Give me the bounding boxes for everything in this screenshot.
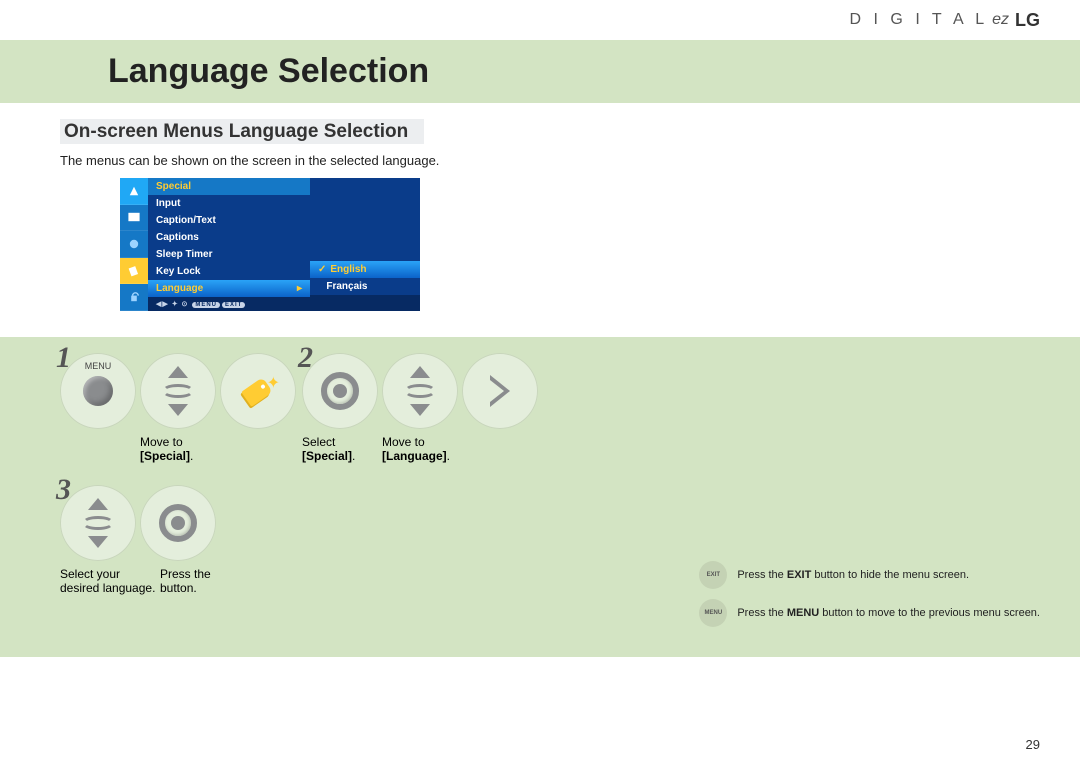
updown-button [382,353,458,429]
osd-item: Sleep Timer [148,246,310,263]
osd-header: Special [148,178,310,195]
osd-item: Captions [148,229,310,246]
footer-notes: EXIT Press the EXIT button to hide the m… [699,561,1040,637]
dot-icon [83,376,113,406]
updown-icon [82,498,114,548]
check-icon: ✓ [318,264,326,275]
circle-row: MENU ✦ [60,353,296,429]
caption: Press thebutton. [160,567,236,595]
step-2: 2 Select[Special]. Move to[Language]. [302,353,538,463]
title-band: Language Selection [0,40,1080,103]
osd-option-label: English [330,264,366,275]
brand-pre: D I G I T A L [850,11,989,29]
arrow-right-icon [490,375,510,407]
captions: Select[Special]. Move to[Language]. [302,435,538,463]
step-row-1: 1 MENU ✦ Move to[S [60,353,1020,463]
button-label: MENU [85,361,112,371]
step-3: 3 Select yourdesired language. Press the… [60,485,236,595]
osd-main: Special Input Caption/Text Captions Slee… [148,178,310,311]
menu-note: MENU Press the MENU button to move to th… [699,599,1040,627]
circle-row [60,485,236,561]
osd-side-icon [120,205,148,232]
osd-footer: ◀▶ ✦ ⊙ MENUEXIT [148,297,310,311]
note-text: Press the MENU button to move to the pre… [737,607,1040,619]
updown-icon [162,366,194,416]
osd-sidebar [120,178,148,311]
note-text: Press the EXIT button to hide the menu s… [737,569,969,581]
exit-note: EXIT Press the EXIT button to hide the m… [699,561,1040,589]
intro-text: The menus can be shown on the screen in … [60,153,1020,168]
captions: Move to[Special]. [60,435,296,463]
brand-lg: LG [1015,10,1040,31]
osd-options: ✓ English Français [310,178,420,311]
osd-item-selected: Language ▸ [148,280,310,297]
exit-mini-button: EXIT [699,561,727,589]
step-number: 1 [56,341,71,375]
page-title: Language Selection [108,52,1080,91]
osd-side-icon [120,258,148,285]
ring-icon [321,372,359,410]
osd-side-icon [120,284,148,311]
updown-button [60,485,136,561]
circle-row [302,353,538,429]
caption: Move to[Special]. [140,435,216,463]
section-title: On-screen Menus Language Selection [60,119,424,144]
ring-icon [159,504,197,542]
ok-button [302,353,378,429]
updown-button [140,353,216,429]
osd-option: Français [310,278,420,295]
menu-mini-button: MENU [699,599,727,627]
caption: Move to[Language]. [382,435,458,463]
brand-ez: ez [992,11,1009,29]
osd-option-selected: ✓ English [310,261,420,278]
tag-icon: ✦ [238,371,278,411]
osd-footer-menu: MENU [192,302,220,308]
osd-item-label: Language [156,283,203,294]
caption: Select yourdesired language. [60,567,156,595]
right-button [462,353,538,429]
osd-footer-exit: EXIT [222,302,245,308]
osd-side-icon [120,231,148,258]
osd-option-label: Français [326,281,367,292]
chevron-right-icon: ▸ [297,283,302,294]
step-number: 2 [298,341,313,375]
page-number: 29 [1026,737,1040,752]
special-tag-button: ✦ [220,353,296,429]
step-1: 1 MENU ✦ Move to[S [60,353,296,463]
brand-bar: D I G I T A L ez LG [0,0,1080,40]
osd-item: Input [148,195,310,212]
osd-item: Key Lock [148,263,310,280]
updown-icon [404,366,436,416]
menu-button: MENU [60,353,136,429]
osd-side-icon [120,178,148,205]
osd-menu: Special Input Caption/Text Captions Slee… [120,178,420,311]
step-number: 3 [56,473,71,507]
ok-button [140,485,216,561]
steps-band: 1 MENU ✦ Move to[S [0,337,1080,657]
captions: Select yourdesired language. Press thebu… [60,567,236,595]
content-top: On-screen Menus Language Selection The m… [0,103,1080,311]
osd-item: Caption/Text [148,212,310,229]
caption: Select[Special]. [302,435,378,463]
